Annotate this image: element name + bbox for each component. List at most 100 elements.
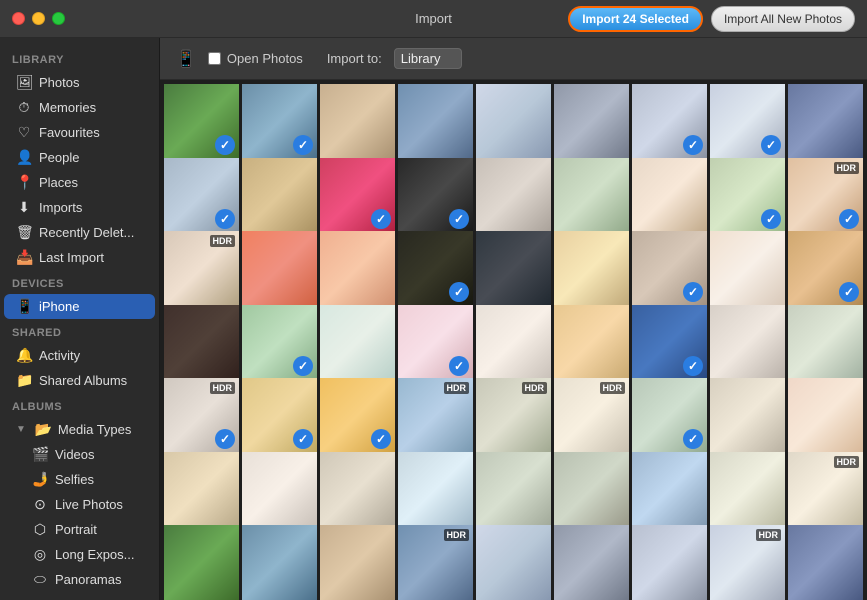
photo-cell[interactable]: HDR xyxy=(788,452,863,527)
photo-cell[interactable] xyxy=(554,231,629,306)
sidebar-item-iphone[interactable]: 📱 iPhone xyxy=(4,294,155,319)
photo-cell[interactable] xyxy=(164,452,239,527)
photo-cell[interactable] xyxy=(788,84,863,159)
photo-cell[interactable] xyxy=(710,378,785,453)
photo-cell[interactable] xyxy=(788,525,863,600)
photo-cell[interactable] xyxy=(398,84,473,159)
photo-cell[interactable] xyxy=(710,452,785,527)
photo-cell[interactable] xyxy=(554,84,629,159)
photo-cell[interactable]: HDR xyxy=(476,378,551,453)
import-to-select[interactable]: Library xyxy=(394,48,462,69)
photo-checkmark: ✓ xyxy=(449,356,469,376)
photo-cell[interactable]: ✓ xyxy=(632,84,707,159)
photo-cell[interactable] xyxy=(632,158,707,233)
photo-cell[interactable] xyxy=(554,452,629,527)
photo-cell[interactable]: ✓ xyxy=(320,158,395,233)
people-icon: 👤 xyxy=(16,149,32,166)
sidebar-item-recently-deleted[interactable]: 🗑 Recently Delet... xyxy=(4,220,155,245)
sidebar-item-shared-albums-label: Shared Albums xyxy=(39,373,127,388)
photo-cell[interactable] xyxy=(476,305,551,380)
photo-cell[interactable] xyxy=(476,525,551,600)
photo-cell[interactable]: ✓ xyxy=(242,305,317,380)
photo-cell[interactable] xyxy=(242,158,317,233)
sidebar-item-long-exposure[interactable]: ◎ Long Expos... xyxy=(4,542,155,567)
photo-cell[interactable] xyxy=(320,84,395,159)
photo-cell[interactable] xyxy=(554,158,629,233)
photo-cell[interactable] xyxy=(242,525,317,600)
imports-icon: ⬇ xyxy=(16,199,32,216)
photo-cell[interactable] xyxy=(320,305,395,380)
sidebar-item-portrait[interactable]: ⬡ Portrait xyxy=(4,517,155,542)
photo-cell[interactable] xyxy=(320,231,395,306)
sidebar-item-panoramas[interactable]: ⬭ Panoramas xyxy=(4,567,155,592)
photo-cell[interactable]: ✓ xyxy=(242,378,317,453)
memories-icon: ⏱ xyxy=(16,99,32,116)
photo-cell[interactable] xyxy=(242,231,317,306)
sidebar-item-last-import[interactable]: 📥 Last Import xyxy=(4,245,155,270)
photo-cell[interactable] xyxy=(476,452,551,527)
photo-cell[interactable] xyxy=(476,158,551,233)
sidebar-item-memories[interactable]: ⏱ Memories xyxy=(4,95,155,120)
photo-grid: ✓✓✓✓✓✓✓✓HDR✓HDR✓✓✓✓✓✓HDR✓✓✓HDRHDRHDR✓HDR… xyxy=(160,80,867,600)
photo-cell[interactable] xyxy=(710,305,785,380)
sidebar-item-shared-albums[interactable]: 📁 Shared Albums xyxy=(4,368,155,393)
photo-cell[interactable]: HDR xyxy=(554,378,629,453)
fullscreen-button[interactable] xyxy=(52,12,65,25)
photo-cell[interactable]: ✓ xyxy=(398,231,473,306)
sidebar: Library 🖼 Photos ⏱ Memories ♡ Favourites… xyxy=(0,38,160,600)
photo-cell[interactable]: ✓ xyxy=(242,84,317,159)
sidebar-item-favourites[interactable]: ♡ Favourites xyxy=(4,120,155,145)
photo-cell[interactable] xyxy=(320,452,395,527)
shared-section-header: Shared xyxy=(0,319,159,343)
photo-cell[interactable]: HDR xyxy=(710,525,785,600)
photo-cell[interactable] xyxy=(554,305,629,380)
photo-cell[interactable] xyxy=(164,525,239,600)
minimize-button[interactable] xyxy=(32,12,45,25)
photo-cell[interactable] xyxy=(476,231,551,306)
photo-cell[interactable]: ✓ xyxy=(164,84,239,159)
photo-cell[interactable]: HDR xyxy=(164,231,239,306)
photo-cell[interactable]: ✓ xyxy=(320,378,395,453)
photo-cell[interactable]: ✓ xyxy=(710,158,785,233)
photo-cell[interactable]: ✓ xyxy=(398,305,473,380)
photo-cell[interactable] xyxy=(476,84,551,159)
photo-cell[interactable]: ✓ xyxy=(632,305,707,380)
sidebar-item-videos[interactable]: 🎬 Videos xyxy=(4,442,155,467)
open-photos-checkbox[interactable] xyxy=(208,52,221,65)
sidebar-item-live-photos[interactable]: ⊙ Live Photos xyxy=(4,492,155,517)
sidebar-item-selfies[interactable]: 🤳 Selfies xyxy=(4,467,155,492)
sidebar-item-activity[interactable]: 🔔 Activity xyxy=(4,343,155,368)
photo-cell[interactable] xyxy=(242,452,317,527)
photo-cell[interactable]: ✓ xyxy=(632,231,707,306)
photo-cell[interactable]: ✓ xyxy=(164,158,239,233)
photo-cell[interactable] xyxy=(788,378,863,453)
photo-cell[interactable] xyxy=(164,305,239,380)
import-selected-button[interactable]: Import 24 Selected xyxy=(568,6,703,32)
photo-cell[interactable] xyxy=(632,452,707,527)
sidebar-item-photos[interactable]: 🖼 Photos xyxy=(4,70,155,95)
photo-cell[interactable] xyxy=(710,231,785,306)
close-button[interactable] xyxy=(12,12,25,25)
sidebar-item-places[interactable]: 📍 Places xyxy=(4,170,155,195)
import-all-button[interactable]: Import All New Photos xyxy=(711,6,855,32)
photo-cell[interactable]: HDR xyxy=(398,525,473,600)
photo-cell[interactable]: ✓ xyxy=(398,158,473,233)
trash-icon: 🗑 xyxy=(16,224,32,241)
photo-cell[interactable] xyxy=(320,525,395,600)
photo-cell[interactable] xyxy=(398,452,473,527)
photo-cell[interactable] xyxy=(788,305,863,380)
sidebar-item-media-types[interactable]: ▼ 📂 Media Types xyxy=(4,417,155,442)
photo-cell[interactable]: HDR xyxy=(398,378,473,453)
photo-cell[interactable] xyxy=(554,525,629,600)
photo-cell[interactable] xyxy=(632,525,707,600)
sidebar-item-people[interactable]: 👤 People xyxy=(4,145,155,170)
photo-cell[interactable]: ✓ xyxy=(788,231,863,306)
sidebar-item-photos-label: Photos xyxy=(39,75,79,90)
photo-cell[interactable]: HDR✓ xyxy=(788,158,863,233)
photo-checkmark: ✓ xyxy=(761,209,781,229)
photo-cell[interactable]: HDR✓ xyxy=(164,378,239,453)
photo-cell[interactable]: ✓ xyxy=(710,84,785,159)
favourites-icon: ♡ xyxy=(16,124,32,141)
photo-cell[interactable]: ✓ xyxy=(632,378,707,453)
sidebar-item-imports[interactable]: ⬇ Imports xyxy=(4,195,155,220)
